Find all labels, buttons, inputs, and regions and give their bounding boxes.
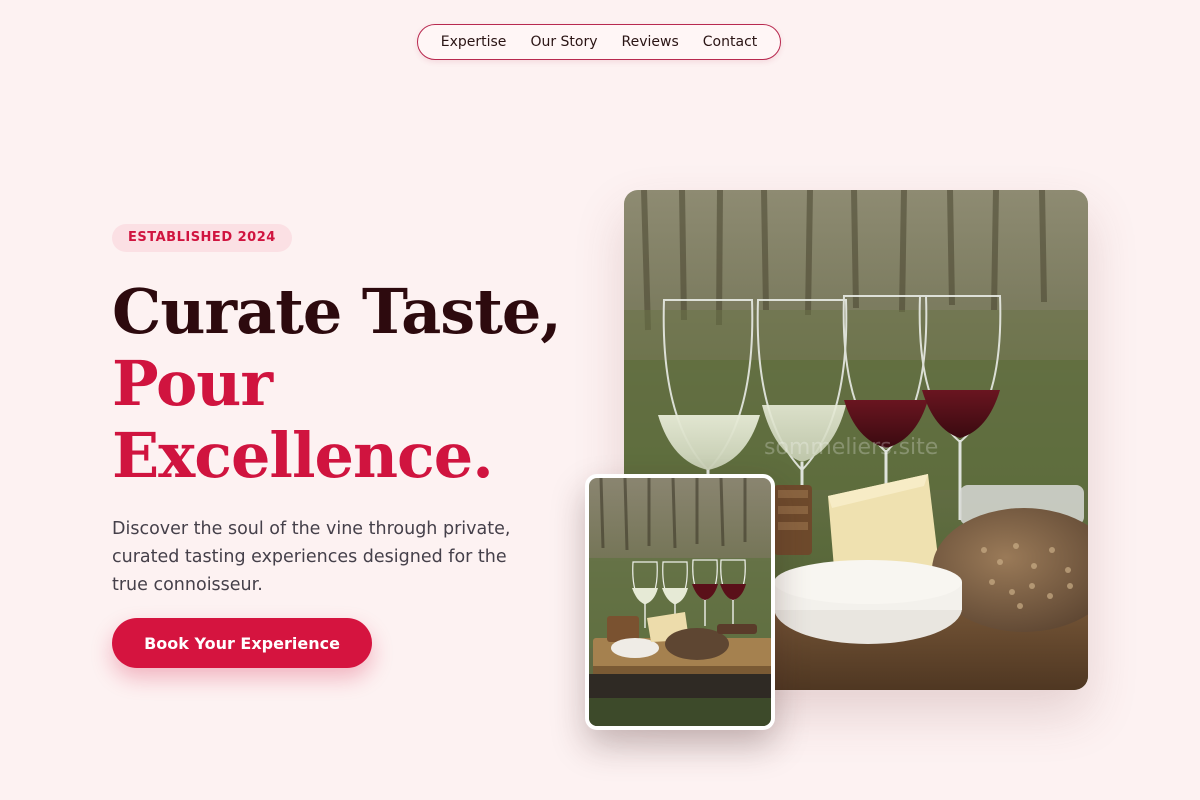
nav-link-our-story[interactable]: Our Story <box>530 34 597 50</box>
hero-headline: Curate Taste, Pour Excellence. <box>112 275 562 492</box>
image-watermark: sommeliers.site <box>764 435 938 460</box>
top-nav: Expertise Our Story Reviews Contact <box>417 24 781 60</box>
headline-line-1: Curate Taste, <box>112 275 562 348</box>
headline-line-2: Pour <box>112 347 273 420</box>
wine-tasting-inset-image <box>585 474 775 730</box>
nav-link-contact[interactable]: Contact <box>703 34 757 50</box>
wine-tasting-inset-photo <box>589 478 771 726</box>
hero-description: Discover the soul of the vine through pr… <box>112 519 511 595</box>
book-experience-button[interactable]: Book Your Experience <box>112 618 372 668</box>
landing-page: Expertise Our Story Reviews Contact ESTA… <box>0 0 1200 800</box>
headline-line-3: Excellence. <box>112 419 494 492</box>
established-badge: ESTABLISHED 2024 <box>112 224 292 252</box>
nav-link-expertise[interactable]: Expertise <box>441 34 507 50</box>
nav-link-reviews[interactable]: Reviews <box>622 34 679 50</box>
